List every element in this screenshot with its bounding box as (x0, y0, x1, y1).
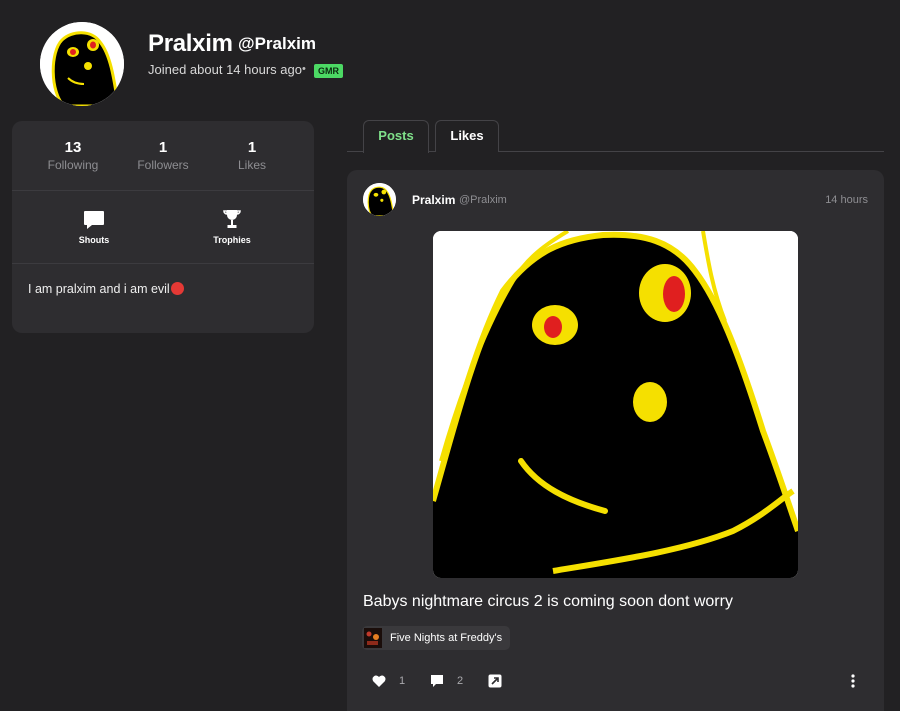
stat-followers-label: Followers (137, 158, 189, 172)
post-image[interactable] (433, 231, 798, 578)
game-thumbnail (364, 628, 382, 648)
joined-date: Joined about 14 hours ago (148, 62, 302, 77)
game-tag-label: Five Nights at Freddy's (390, 632, 503, 644)
stat-following-value: 13 (64, 139, 82, 156)
more-vertical-icon[interactable] (845, 673, 861, 689)
gmr-badge: GMR (314, 64, 343, 78)
username-handle: @Pralxim (238, 34, 317, 53)
avatar-drawing (40, 22, 124, 106)
stat-followers[interactable]: 1 Followers (118, 139, 208, 172)
post-timestamp: 14 hours (825, 194, 868, 206)
post-card: Pralxim @Pralxim 14 hours Babys nightmar… (347, 170, 884, 711)
stat-likes-value: 1 (247, 139, 257, 156)
devil-face-emoji (170, 282, 184, 295)
tab-likes[interactable]: Likes (435, 120, 499, 152)
comment-count: 2 (457, 675, 464, 687)
post-author-handle: @Pralxim (459, 194, 507, 206)
trophy-icon (220, 207, 244, 231)
trophies-label: Trophies (213, 235, 251, 245)
profile-sidebar-card: 13 Following 1 Followers 1 Likes Shouts (12, 121, 314, 333)
display-name: Pralxim (148, 30, 233, 57)
game-tag[interactable]: Five Nights at Freddy's (362, 626, 511, 650)
stat-likes-label: Likes (237, 158, 266, 172)
bio-text: I am pralxim and i am evil (28, 282, 170, 296)
comment-icon[interactable] (429, 673, 445, 689)
chat-bubble-icon (82, 207, 106, 231)
stats-row: 13 Following 1 Followers 1 Likes (12, 121, 314, 191)
stat-likes[interactable]: 1 Likes (207, 139, 297, 172)
tab-posts[interactable]: Posts (363, 120, 429, 153)
profile-tiles: Shouts Trophies (12, 191, 314, 264)
like-count: 1 (399, 675, 406, 687)
bio: I am pralxim and i am evil (28, 282, 184, 296)
heart-icon[interactable] (371, 673, 387, 689)
profile-avatar[interactable] (40, 22, 124, 106)
post-author-avatar[interactable] (363, 183, 396, 216)
share-icon[interactable] (487, 673, 503, 689)
post-image-drawing (433, 231, 798, 578)
avatar-drawing (363, 183, 396, 216)
stat-following[interactable]: 13 Following (28, 139, 118, 172)
shouts-tile[interactable]: Shouts (54, 207, 134, 245)
profile-header: Pralxim @Pralxim Joined about 14 hours a… (0, 0, 900, 110)
shouts-label: Shouts (78, 235, 110, 245)
post-text: Babys nightmare circus 2 is coming soon … (363, 593, 733, 610)
post-actions: 1 2 (363, 673, 868, 691)
post-author-name[interactable]: Pralxim (412, 193, 455, 207)
stat-followers-value: 1 (158, 139, 168, 156)
stat-following-label: Following (47, 158, 99, 172)
profile-tabs: Posts Likes (347, 120, 884, 153)
trophies-tile[interactable]: Trophies (192, 207, 272, 245)
separator-dot: • (302, 63, 306, 75)
